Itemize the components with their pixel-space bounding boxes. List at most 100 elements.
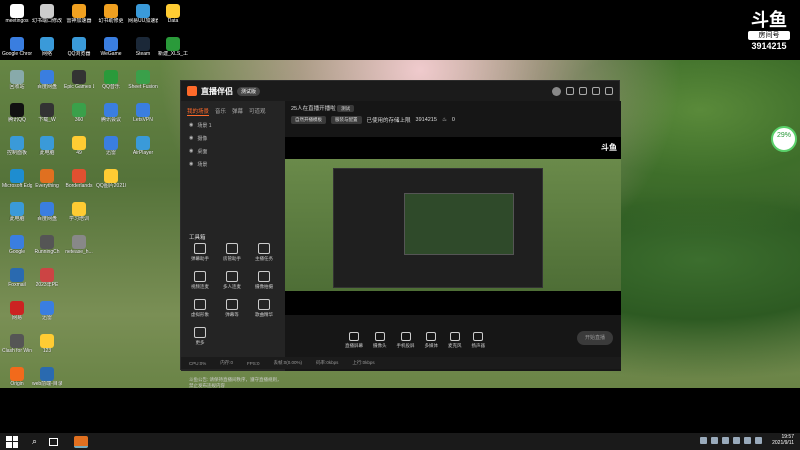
info-chip[interactable]: 服装与配置 bbox=[331, 116, 362, 124]
scene-item[interactable]: ◉ 场景 bbox=[181, 158, 285, 171]
desktop-icon[interactable]: 此电脑 bbox=[32, 136, 62, 156]
settings-icon[interactable] bbox=[566, 87, 574, 95]
desktop-icon[interactable]: 2023年PE bbox=[32, 268, 62, 288]
source-control[interactable]: 扬声器 bbox=[472, 331, 485, 349]
desktop-icon[interactable]: 新建_XLS_工作表 bbox=[158, 37, 188, 57]
tab-music[interactable]: 音乐 bbox=[215, 107, 226, 116]
tray-icon[interactable] bbox=[700, 436, 708, 444]
desktop-icon[interactable]: 学习培训 bbox=[64, 202, 94, 222]
tool-item[interactable]: 房管助手 bbox=[219, 243, 245, 262]
desktop-icon-label: 迅雷 bbox=[41, 315, 52, 321]
source-control[interactable]: 摄像头 bbox=[373, 331, 387, 349]
tool-icon bbox=[226, 243, 238, 254]
eye-icon: ◉ bbox=[189, 135, 194, 141]
windows-start-icon[interactable] bbox=[6, 435, 18, 448]
desktop-icon[interactable]: Origin bbox=[2, 367, 32, 387]
tool-item[interactable]: 弹幕等 bbox=[219, 299, 245, 318]
stream-title[interactable]: 25人在直播开播啦 bbox=[291, 106, 336, 112]
scene-item[interactable]: ◉ 桌面 bbox=[181, 145, 285, 158]
desktop-icon[interactable]: 幻书助修更 bbox=[96, 4, 126, 24]
desktop-icon[interactable]: 49 bbox=[64, 136, 94, 156]
tool-item[interactable]: 多人连麦 bbox=[219, 271, 245, 290]
tool-item[interactable]: 歌曲精华 bbox=[251, 299, 277, 318]
tray-icon[interactable] bbox=[733, 436, 741, 444]
source-control[interactable]: 手机投屏 bbox=[397, 331, 415, 349]
scene-item[interactable]: ◉ 摄像 bbox=[181, 132, 285, 145]
desktop-icon[interactable]: 迅雷 bbox=[96, 136, 126, 156]
tool-item[interactable]: 摄像拍摄 bbox=[251, 271, 277, 290]
avatar[interactable] bbox=[552, 86, 561, 96]
taskbar-app-icon[interactable] bbox=[74, 435, 89, 448]
desktop-icon[interactable]: 腾讯QQ bbox=[2, 103, 32, 123]
desktop-icon[interactable]: 迅雷 bbox=[32, 301, 62, 321]
desktop-icons: meetingos Google Chrome 回收站腾讯QQ 控制面板 Microso… bbox=[0, 0, 188, 430]
desktop-icon[interactable]: Google bbox=[2, 235, 32, 255]
source-control[interactable]: 直播屏幕 bbox=[345, 331, 363, 349]
desktop-icon[interactable]: Everything bbox=[32, 169, 62, 189]
tool-item[interactable]: 主播任务 bbox=[251, 243, 277, 262]
menu-icon[interactable] bbox=[579, 87, 587, 95]
info-chip[interactable]: 自然开播模板 bbox=[291, 116, 326, 124]
desktop-icon-label: Google bbox=[8, 249, 26, 255]
app-icon bbox=[10, 169, 24, 183]
desktop-icon[interactable]: netease_h... bbox=[64, 235, 94, 255]
tab-scenes[interactable]: 我的场景 bbox=[187, 107, 210, 116]
desktop-icon[interactable]: 下载_W bbox=[32, 103, 62, 123]
perf-widget[interactable]: 29% bbox=[771, 126, 797, 152]
desktop-icon[interactable]: Steam bbox=[128, 37, 158, 57]
tray-icon[interactable] bbox=[722, 436, 730, 444]
tool-item[interactable]: 更多 bbox=[187, 327, 213, 346]
desktop-icon[interactable]: 网易 bbox=[2, 301, 32, 321]
desktop-icon[interactable]: Borderlands bbox=[64, 169, 94, 189]
desktop-icon[interactable]: 百度网盘 bbox=[32, 70, 62, 90]
tool-item[interactable]: 视频连麦 bbox=[187, 271, 213, 290]
tab-danmu[interactable]: 弹幕 bbox=[232, 107, 243, 116]
desktop-icon[interactable]: 网络 bbox=[32, 37, 62, 57]
desktop-icon[interactable]: QQ图片20210806... bbox=[96, 169, 126, 189]
close-icon[interactable] bbox=[605, 87, 613, 95]
preview-canvas[interactable]: 斗鱼 bbox=[285, 137, 621, 315]
desktop-icon[interactable]: 幻书端口修改.exe bbox=[32, 4, 62, 24]
tool-item[interactable]: 弹幕助手 bbox=[187, 243, 213, 262]
desktop-icon[interactable]: LetsVPN bbox=[128, 103, 158, 123]
tool-item[interactable]: 虚拟形象 bbox=[187, 299, 213, 318]
search-icon[interactable]: ⌕ bbox=[32, 436, 37, 447]
tray-icon[interactable] bbox=[711, 436, 719, 444]
desktop-icon[interactable]: AirPlayer bbox=[128, 136, 158, 156]
tab-extra[interactable]: 可道观 bbox=[249, 107, 266, 116]
desktop-icon[interactable]: Google Chrome bbox=[2, 37, 32, 57]
desktop-icon[interactable]: 360 bbox=[64, 103, 94, 123]
task-view-icon[interactable] bbox=[49, 437, 59, 446]
desktop-icon[interactable]: 回收站 bbox=[2, 70, 32, 90]
clock[interactable]: 19:57 2021/9/11 bbox=[772, 434, 794, 446]
desktop-icon[interactable]: 网易UU加速器 bbox=[128, 4, 158, 24]
status-bar: CPU:0% 内存:0 FPS:0 丢帧:0(0.00%) 码率:0kbps 上行:0kb… bbox=[181, 357, 621, 369]
volume-icon[interactable] bbox=[755, 436, 763, 444]
tool-label: 弹幕等 bbox=[225, 312, 239, 317]
desktop-icon[interactable]: 此电脑 bbox=[2, 202, 32, 222]
network-icon[interactable] bbox=[744, 436, 752, 444]
source-control[interactable]: 麦克风 bbox=[448, 331, 462, 349]
desktop-icon[interactable]: meetingos bbox=[2, 4, 32, 24]
desktop-icon[interactable]: WeGame bbox=[96, 37, 126, 57]
desktop-icon[interactable]: Foxmail bbox=[2, 268, 32, 288]
minimize-icon[interactable] bbox=[592, 87, 600, 95]
desktop-icon[interactable]: Sheet Fusion bbox=[128, 70, 158, 90]
desktop-icon[interactable]: 百度网盘 bbox=[32, 202, 62, 222]
desktop-icon[interactable]: Data bbox=[158, 4, 188, 24]
desktop-icon[interactable]: QQ音乐 bbox=[96, 70, 126, 90]
desktop-icon-label: Clash for Windows bbox=[2, 348, 32, 354]
source-control[interactable]: 多媒体 bbox=[425, 331, 438, 349]
desktop-icon[interactable]: RunningCh bbox=[32, 235, 62, 255]
desktop-icon[interactable]: 控制面板 bbox=[2, 136, 32, 156]
desktop-icon[interactable]: web前端-目录.docx bbox=[32, 367, 62, 387]
desktop-icon[interactable]: 123 bbox=[32, 334, 62, 354]
desktop-icon[interactable]: 腾讯会议 bbox=[96, 103, 126, 123]
desktop-icon[interactable]: Epic Games Launcher bbox=[64, 70, 94, 90]
desktop-icon[interactable]: 雷神加速器 bbox=[64, 4, 94, 24]
desktop-icon[interactable]: Clash for Windows bbox=[2, 334, 32, 354]
desktop-icon[interactable]: Microsoft Edge bbox=[2, 169, 32, 189]
start-live-button[interactable]: 开始直播 bbox=[577, 331, 613, 345]
scene-item[interactable]: ◉ 场景 1 bbox=[181, 119, 285, 132]
desktop-icon[interactable]: QQ浏览器 bbox=[64, 37, 94, 57]
